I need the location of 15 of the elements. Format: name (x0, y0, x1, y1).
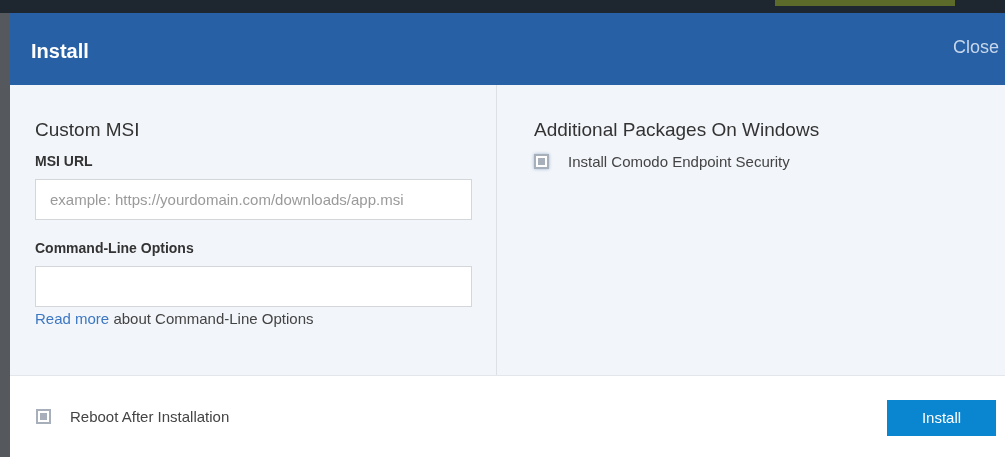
section-heading: Additional Packages On Windows (534, 119, 821, 141)
checkbox-label: Install Comodo Endpoint Security (568, 153, 790, 170)
checkbox-label: Reboot After Installation (70, 408, 230, 425)
section-heading: Custom MSI (35, 119, 141, 141)
msi-url-field[interactable]: example: https://yourdomain.com/downloads/app.msi (35, 179, 472, 220)
close-link[interactable]: Close (952, 37, 999, 58)
dialog-title: Install (31, 40, 89, 63)
reboot-checkbox[interactable] (36, 409, 51, 424)
field-label: MSI URL (35, 153, 94, 169)
read-more-link[interactable]: Read more (35, 310, 110, 327)
package-checkbox[interactable] (534, 154, 549, 169)
help-text: Read more about Command-Line Options (35, 310, 315, 327)
command-line-field[interactable] (35, 266, 472, 307)
install-button[interactable]: Install (887, 399, 996, 436)
field-label: Command-Line Options (35, 240, 195, 256)
